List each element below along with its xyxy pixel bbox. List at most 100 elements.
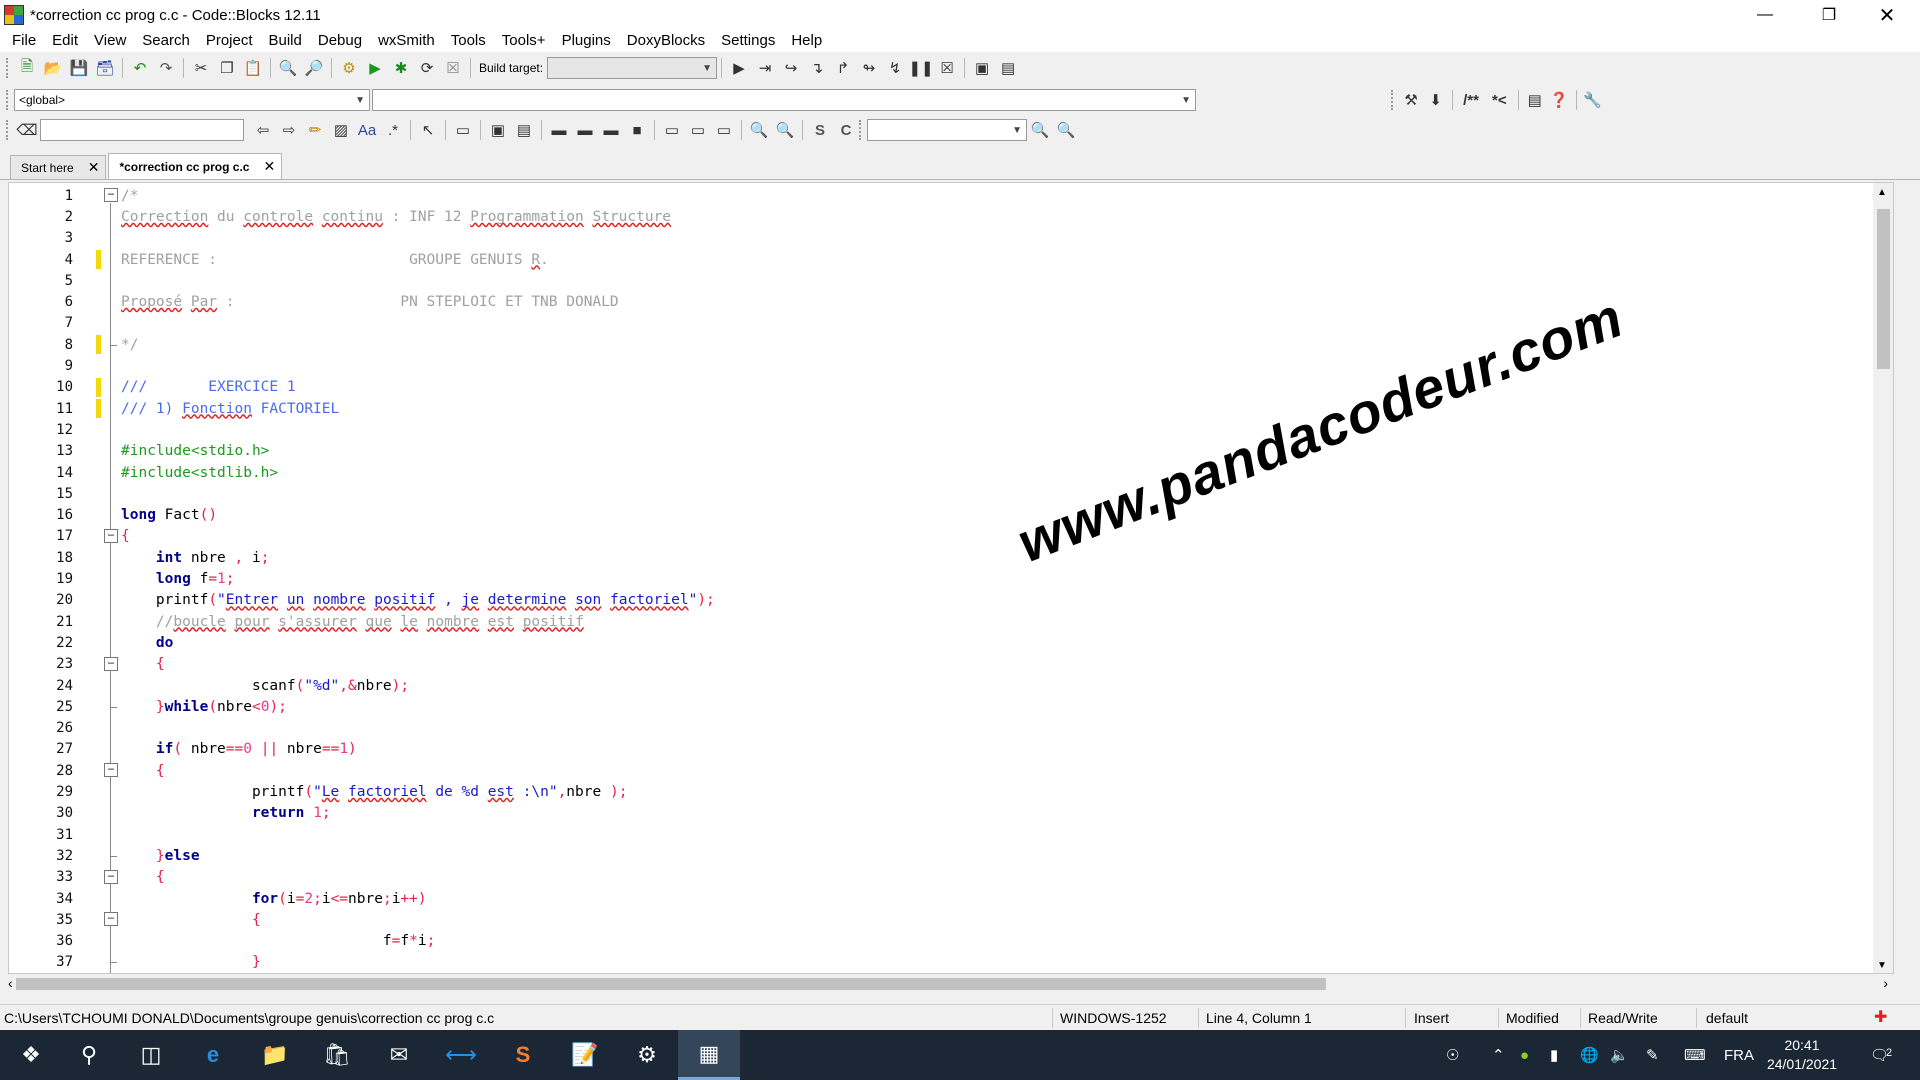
rebuild-icon[interactable]: ⟳ bbox=[414, 56, 440, 80]
menu-build[interactable]: Build bbox=[261, 30, 310, 52]
code-line[interactable]: 21 //boucle pour s'assurer que le nombre… bbox=[9, 611, 1869, 632]
scroll-left-icon[interactable]: ‹ bbox=[8, 975, 13, 991]
menu-tools-plus[interactable]: Tools+ bbox=[494, 30, 554, 52]
fold-collapse-icon[interactable]: − bbox=[104, 869, 118, 884]
codeblocks-taskbar-icon[interactable]: ▦ bbox=[678, 1030, 740, 1080]
fold-collapse-icon[interactable]: − bbox=[104, 528, 118, 543]
mail-icon[interactable]: ✉ bbox=[368, 1030, 430, 1080]
pointer-icon[interactable]: ↖ bbox=[415, 118, 441, 142]
build-and-run-icon[interactable]: ✱ bbox=[388, 56, 414, 80]
selected-text-only-icon[interactable]: ▨ bbox=[328, 118, 354, 142]
clock[interactable]: 20:41 24/01/2021 bbox=[1762, 1036, 1842, 1074]
vscode-icon[interactable]: ⟷ bbox=[430, 1030, 492, 1080]
copy-icon[interactable]: ❐ bbox=[214, 56, 240, 80]
build-icon[interactable]: ⚙ bbox=[336, 56, 362, 80]
input-language[interactable]: FRA bbox=[1724, 1030, 1754, 1080]
scroll-up-icon[interactable]: ▲ bbox=[1877, 187, 1887, 198]
windows-start-icon[interactable]: ❖ bbox=[0, 1030, 62, 1080]
code-line[interactable]: 30 return 1; bbox=[9, 803, 1869, 824]
code-line[interactable]: 10 /// EXERCICE 1 bbox=[9, 377, 1869, 398]
app-tray-icon[interactable]: ● bbox=[1520, 1030, 1529, 1080]
build-target-select[interactable]: ▼ bbox=[547, 57, 718, 79]
code-line[interactable]: 5 bbox=[9, 270, 1869, 291]
code-line[interactable]: 31 bbox=[9, 824, 1869, 845]
code-line[interactable]: 34 for(i=2;i<=nbre;i++) bbox=[9, 888, 1869, 909]
find-in-files-icon[interactable]: 🔍 bbox=[1027, 118, 1053, 142]
close-icon[interactable]: ✕ bbox=[1864, 0, 1910, 30]
doxywizard-icon[interactable]: ⚒ bbox=[1399, 88, 1424, 112]
save-all-icon[interactable]: 🗃 bbox=[92, 56, 118, 80]
code-line[interactable]: 25 }while(nbre<0); bbox=[9, 696, 1869, 717]
keyboard-icon[interactable]: ⌨ bbox=[1684, 1030, 1706, 1080]
border-right-icon[interactable]: ▭ bbox=[711, 118, 737, 142]
microsoft-store-icon[interactable]: 🛍 bbox=[306, 1030, 368, 1080]
menu-wxsmith[interactable]: wxSmith bbox=[370, 30, 443, 52]
code-line[interactable]: 26 bbox=[9, 718, 1869, 739]
clear-search-icon[interactable]: ⌫ bbox=[14, 118, 40, 142]
code-line[interactable]: 33 { bbox=[9, 867, 1869, 888]
block-comment-button[interactable]: /** bbox=[1457, 88, 1485, 112]
close-icon[interactable]: ✕ bbox=[263, 158, 275, 175]
network-globe-icon[interactable]: 🌐 bbox=[1580, 1030, 1599, 1080]
tab-start-here[interactable]: Start here ✕ bbox=[10, 155, 107, 179]
code-line[interactable]: 13 #include<stdio.h> bbox=[9, 441, 1869, 462]
code-line[interactable]: 27 if( nbre==0 || nbre==1) bbox=[9, 739, 1869, 760]
stop-debugger-icon[interactable]: ☒ bbox=[934, 56, 960, 80]
extract-docs-icon[interactable]: ⬇ bbox=[1423, 88, 1448, 112]
code-line[interactable]: 28 { bbox=[9, 760, 1869, 781]
close-preview-icon[interactable]: C bbox=[833, 118, 859, 142]
code-line[interactable]: 2 Correction du controle continu : INF 12… bbox=[9, 206, 1869, 227]
preferences-wrench-icon[interactable]: 🔧 bbox=[1580, 88, 1605, 112]
toolbar-grip[interactable] bbox=[859, 120, 863, 140]
step-into-icon[interactable]: ↴ bbox=[804, 56, 830, 80]
code-line[interactable]: 19 long f=1; bbox=[9, 568, 1869, 589]
menu-project[interactable]: Project bbox=[198, 30, 261, 52]
code-line[interactable]: 17 { bbox=[9, 526, 1869, 547]
restore-icon[interactable]: ❐ bbox=[1806, 0, 1852, 30]
match-case-icon[interactable]: Aa bbox=[354, 118, 380, 142]
code-line[interactable]: 24 scanf("%d",&nbre); bbox=[9, 675, 1869, 696]
code-line[interactable]: 18 int nbre , i; bbox=[9, 547, 1869, 568]
menu-doxyblocks[interactable]: DoxyBlocks bbox=[619, 30, 713, 52]
people-icon[interactable]: ☉ bbox=[1446, 1030, 1459, 1080]
toolbar-grip[interactable] bbox=[6, 120, 10, 140]
menu-plugins[interactable]: Plugins bbox=[554, 30, 619, 52]
border-center-icon[interactable]: ▭ bbox=[685, 118, 711, 142]
fold-collapse-icon[interactable]: − bbox=[104, 188, 118, 202]
code-line[interactable]: 20 printf("Entrer un nombre positif , je… bbox=[9, 590, 1869, 611]
code-line[interactable]: 36 f=f*i; bbox=[9, 931, 1869, 952]
code-line[interactable]: 16 long Fact() bbox=[9, 505, 1869, 526]
fold-collapse-icon[interactable]: − bbox=[104, 656, 118, 671]
volume-icon[interactable]: 🔈 bbox=[1610, 1030, 1629, 1080]
align-bottom-icon[interactable]: ▬ bbox=[598, 118, 624, 142]
menu-search[interactable]: Search bbox=[134, 30, 198, 52]
find-icon[interactable]: 🔍 bbox=[275, 56, 301, 80]
border-left-icon[interactable]: ▭ bbox=[659, 118, 685, 142]
function-select[interactable]: ▼ bbox=[372, 89, 1196, 111]
align-middle-icon[interactable]: ▬ bbox=[572, 118, 598, 142]
incremental-search-input[interactable] bbox=[40, 119, 244, 141]
code-line[interactable]: 15 bbox=[9, 483, 1869, 504]
debug-continue-icon[interactable]: ▶ bbox=[726, 56, 752, 80]
sublime-text-icon[interactable]: S bbox=[492, 1030, 554, 1080]
error-indicator-icon[interactable]: ✚ bbox=[1874, 1005, 1887, 1031]
menu-debug[interactable]: Debug bbox=[310, 30, 370, 52]
debug-windows-icon[interactable]: ▣ bbox=[969, 56, 995, 80]
cut-icon[interactable]: ✂ bbox=[188, 56, 214, 80]
toolbar-grip[interactable] bbox=[1391, 90, 1395, 110]
close-icon[interactable]: ✕ bbox=[88, 159, 100, 176]
search-icon[interactable]: ⚲ bbox=[58, 1030, 120, 1080]
menu-help[interactable]: Help bbox=[783, 30, 830, 52]
horizontal-scrollbar[interactable]: ‹ › bbox=[8, 974, 1894, 992]
chevron-up-icon[interactable]: ⌃ bbox=[1492, 1030, 1505, 1080]
file-explorer-icon[interactable]: 📁 bbox=[244, 1030, 306, 1080]
task-view-icon[interactable]: ◫ bbox=[120, 1030, 182, 1080]
fold-collapse-icon[interactable]: − bbox=[104, 763, 118, 778]
next-line-icon[interactable]: ↪ bbox=[778, 56, 804, 80]
html-docs-icon[interactable]: ▤ bbox=[1522, 88, 1547, 112]
widget-image-icon[interactable]: ▣ bbox=[485, 118, 511, 142]
vertical-scrollbar[interactable]: ▲ ▼ bbox=[1873, 183, 1893, 973]
pause-icon[interactable]: ❚❚ bbox=[908, 56, 934, 80]
code-line[interactable]: 35 { bbox=[9, 909, 1869, 930]
toolbar-grip[interactable] bbox=[6, 58, 10, 78]
